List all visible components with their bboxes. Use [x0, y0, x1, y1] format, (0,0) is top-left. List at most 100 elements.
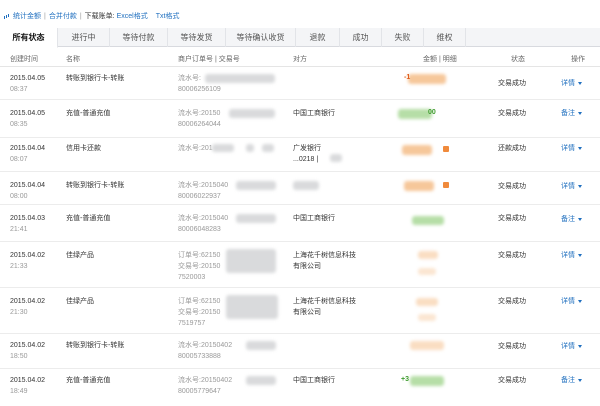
- row-party: 中国工商银行: [293, 377, 335, 384]
- redacted-amount: [410, 341, 444, 350]
- bar-chart-icon: [4, 13, 10, 19]
- details-dropdown[interactable]: 详情: [561, 250, 582, 261]
- details-dropdown[interactable]: 详情: [561, 296, 582, 307]
- row-amount: 00: [428, 109, 436, 116]
- chevron-down-icon: [578, 253, 582, 257]
- table-row: 2015.04.05 08:35 充值-普通充值 流水号:20150 8000626…: [0, 100, 600, 138]
- redacted-amount: [418, 268, 436, 275]
- row-party-card: ...0218 |: [293, 156, 319, 163]
- tab-awaiting-receipt[interactable]: 等待确认收货: [226, 28, 296, 47]
- row-party: 中国工商银行: [293, 110, 335, 117]
- col-created: 创建时间: [10, 56, 38, 63]
- row-name: 佳绿产品: [66, 298, 94, 305]
- row-date: 2015.04.02: [10, 342, 46, 349]
- redacted-amount: [408, 74, 446, 84]
- row-order-line1: 流水号:2015040: [178, 182, 229, 189]
- row-order-line2: 80006256109: [178, 86, 221, 93]
- row-date: 2015.04.02: [10, 298, 46, 305]
- chevron-down-icon: [578, 111, 582, 115]
- row-order-line2: 80005779647: [178, 388, 221, 395]
- table-row: 2015.04.02 18:50 转账到银行卡-转账 流水号:20150402 80…: [0, 334, 600, 369]
- details-dropdown[interactable]: 详情: [561, 78, 582, 89]
- table-row: 2015.04.02 21:33 佳绿产品 订单号:62150 交易号:20150 7…: [0, 242, 600, 288]
- tab-refund[interactable]: 退款: [296, 28, 340, 47]
- note-dropdown[interactable]: 备注: [561, 214, 582, 225]
- table-row: 2015.04.02 21:30 佳绿产品 订单号:62150 交易号:20150 7…: [0, 288, 600, 334]
- table-row: 2015.04.02 18:49 充值-普通充值 流水号:20150402 8000…: [0, 369, 600, 406]
- redacted-blur: [229, 109, 275, 118]
- details-label: 详情: [561, 343, 575, 350]
- redacted-amount: [404, 181, 434, 191]
- row-order-line1: 流水号:2015040: [178, 215, 229, 222]
- row-status: 交易成功: [498, 343, 526, 350]
- redacted-amount: [418, 314, 436, 321]
- details-label: 详情: [561, 252, 575, 259]
- row-time: 08:35: [10, 121, 28, 128]
- redacted-blur: [246, 341, 276, 350]
- row-party: 上海花千树信息科技: [293, 298, 356, 305]
- tab-rights[interactable]: 维权: [424, 28, 466, 47]
- col-party: 对方: [293, 56, 307, 63]
- note-dropdown[interactable]: 备注: [561, 375, 582, 386]
- col-order: 商户订单号 | 交易号: [178, 56, 240, 63]
- redacted-blur: [236, 214, 276, 223]
- col-amount: 金额 | 明细: [423, 56, 457, 63]
- row-order-line2: 80006264044: [178, 121, 221, 128]
- redacted-blur: [226, 249, 276, 273]
- tab-awaiting-payment[interactable]: 等待付款: [110, 28, 168, 47]
- redacted-amount: [410, 376, 444, 386]
- row-party: 广发银行: [293, 145, 321, 152]
- detail-flag-icon[interactable]: [443, 182, 449, 188]
- note-label: 备注: [561, 216, 575, 223]
- row-order-line2: 80006022937: [178, 193, 221, 200]
- row-time: 18:50: [10, 353, 28, 360]
- table-row: 2015.04.05 08:37 转账到银行卡-转账 流水号: 8000625610…: [0, 67, 600, 100]
- row-name: 充值-普通充值: [66, 110, 111, 117]
- row-time: 21:33: [10, 263, 28, 270]
- chevron-down-icon: [578, 217, 582, 221]
- tab-awaiting-shipment[interactable]: 等待发货: [168, 28, 226, 47]
- chevron-down-icon: [578, 344, 582, 348]
- table-row: 2015.04.03 21:41 充值-普通充值 流水号:2015040 80006…: [0, 205, 600, 242]
- merge-pay-link[interactable]: 合并付款: [49, 11, 77, 21]
- details-dropdown[interactable]: 详情: [561, 341, 582, 352]
- chevron-down-icon: [578, 146, 582, 150]
- chevron-down-icon: [578, 184, 582, 188]
- row-name: 充值-普通充值: [66, 377, 111, 384]
- row-order-line2: 80006048283: [178, 226, 221, 233]
- tab-success[interactable]: 成功: [340, 28, 382, 47]
- note-dropdown[interactable]: 备注: [561, 108, 582, 119]
- row-date: 2015.04.04: [10, 145, 46, 152]
- txt-download-link[interactable]: Txt格式: [156, 11, 180, 21]
- tab-all[interactable]: 所有状态: [0, 28, 58, 48]
- row-status: 还款成功: [498, 145, 526, 152]
- row-order-line1: 流水号:20150: [178, 110, 221, 117]
- redacted-blur: [205, 74, 275, 83]
- row-name: 信用卡还款: [66, 145, 101, 152]
- row-order-line1: 流水号:20150402: [178, 377, 233, 384]
- row-amount: -1: [404, 74, 411, 81]
- chevron-down-icon: [578, 81, 582, 85]
- row-party-line2: 有限公司: [293, 263, 321, 270]
- details-label: 详情: [561, 145, 575, 152]
- stats-link[interactable]: 统计金额: [13, 11, 41, 21]
- redacted-amount: [412, 216, 444, 225]
- excel-download-link[interactable]: Excel格式: [117, 11, 148, 21]
- redacted-blur: [246, 376, 276, 385]
- row-time: 08:00: [10, 193, 28, 200]
- details-dropdown[interactable]: 详情: [561, 181, 582, 192]
- detail-flag-icon[interactable]: [443, 146, 449, 152]
- redacted-blur: [262, 144, 274, 152]
- details-dropdown[interactable]: 详情: [561, 143, 582, 154]
- row-date: 2015.04.02: [10, 252, 46, 259]
- toolbar: 统计金额 | 合并付款 | 下载账单: Excel格式 Txt格式: [4, 11, 179, 21]
- redacted-amount: [418, 251, 438, 259]
- tab-in-progress[interactable]: 进行中: [58, 28, 110, 47]
- note-label: 备注: [561, 377, 575, 384]
- col-op: 操作: [571, 56, 585, 63]
- row-party-line2: 有限公司: [293, 309, 321, 316]
- tab-failed[interactable]: 失败: [382, 28, 424, 47]
- row-date: 2015.04.05: [10, 75, 46, 82]
- row-party: 上海花千树信息科技: [293, 252, 356, 259]
- redacted-amount: [416, 298, 438, 306]
